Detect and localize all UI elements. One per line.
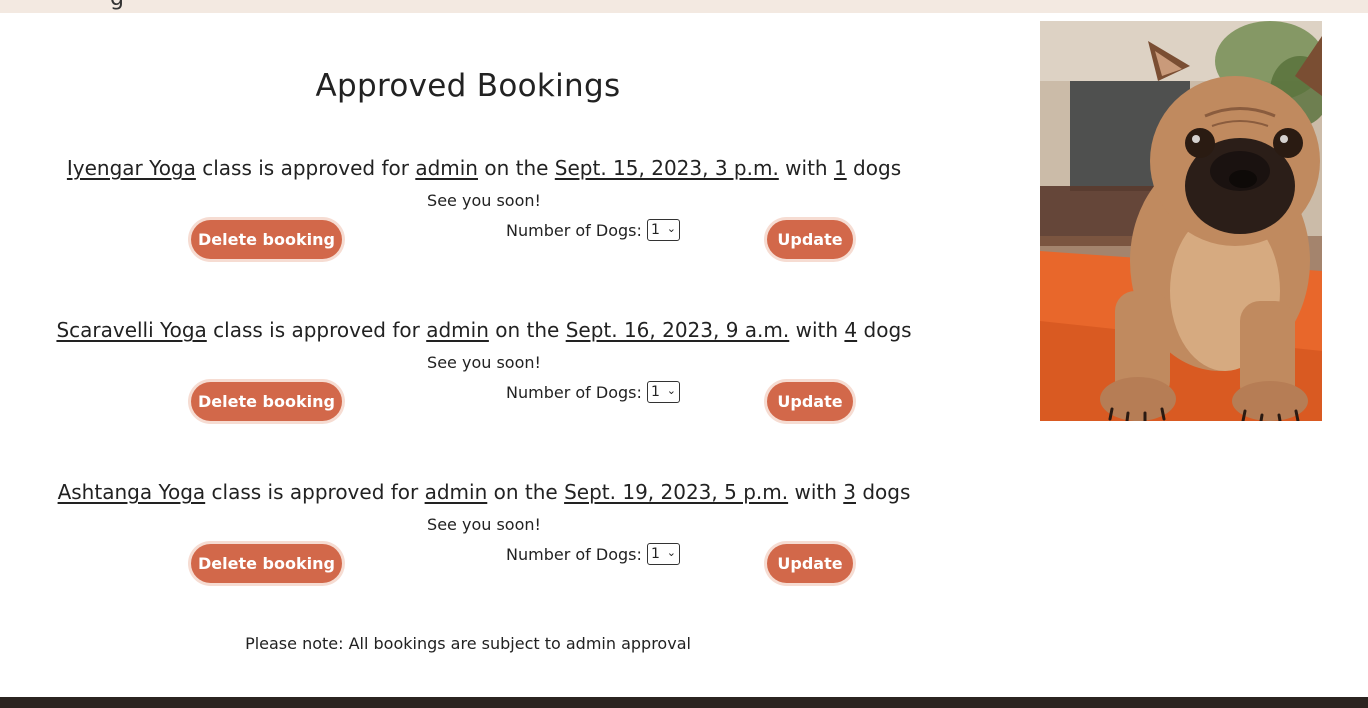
pug-illustration xyxy=(1040,21,1322,421)
dogs-select-value: 1 xyxy=(651,384,660,400)
dogs-count-link[interactable]: 4 xyxy=(844,318,857,342)
approved-text: class is approved for xyxy=(205,480,425,504)
with-text: with xyxy=(778,156,834,180)
with-text: with xyxy=(788,480,844,504)
datetime-link[interactable]: Sept. 16, 2023, 9 a.m. xyxy=(566,318,790,342)
on-text: on the xyxy=(477,156,555,180)
dogs-select-value: 1 xyxy=(651,222,660,238)
with-text: with xyxy=(789,318,845,342)
on-text: on the xyxy=(488,318,566,342)
see-you-text: See you soon! xyxy=(427,515,541,534)
number-of-dogs-select[interactable]: 1 ⌄ xyxy=(647,381,680,403)
approval-note: Please note: All bookings are subject to… xyxy=(245,634,691,653)
on-text: on the xyxy=(487,480,565,504)
booking-item: Scaravelli Yoga class is approved for ad… xyxy=(0,318,968,468)
page-title: Approved Bookings xyxy=(315,68,621,104)
user-link[interactable]: admin xyxy=(426,318,489,342)
number-of-dogs-label: Number of Dogs: xyxy=(506,221,642,240)
dogs-suffix: dogs xyxy=(856,480,911,504)
delete-booking-button[interactable]: Delete booking xyxy=(191,382,342,421)
number-of-dogs-select[interactable]: 1 ⌄ xyxy=(647,219,680,241)
footer-bar xyxy=(0,697,1368,708)
user-link[interactable]: admin xyxy=(425,480,488,504)
pug-photo xyxy=(1040,21,1322,421)
dogs-count-link[interactable]: 3 xyxy=(843,480,856,504)
chevron-down-icon: ⌄ xyxy=(666,384,676,397)
delete-booking-button[interactable]: Delete booking xyxy=(191,220,342,259)
number-of-dogs-select[interactable]: 1 ⌄ xyxy=(647,543,680,565)
dogs-count-link[interactable]: 1 xyxy=(834,156,847,180)
class-link[interactable]: Ashtanga Yoga xyxy=(58,480,206,504)
update-button[interactable]: Update xyxy=(767,382,853,421)
update-button[interactable]: Update xyxy=(767,220,853,259)
class-link[interactable]: Iyengar Yoga xyxy=(67,156,196,180)
update-button[interactable]: Update xyxy=(767,544,853,583)
chevron-down-icon: ⌄ xyxy=(666,222,676,235)
booking-summary: Iyengar Yoga class is approved for admin… xyxy=(0,156,968,180)
dogs-suffix: dogs xyxy=(857,318,912,342)
delete-booking-button[interactable]: Delete booking xyxy=(191,544,342,583)
approved-text: class is approved for xyxy=(206,318,427,342)
approved-text: class is approved for xyxy=(195,156,416,180)
class-link[interactable]: Scaravelli Yoga xyxy=(56,318,206,342)
see-you-text: See you soon! xyxy=(427,191,541,210)
number-of-dogs-label: Number of Dogs: xyxy=(506,383,642,402)
datetime-link[interactable]: Sept. 15, 2023, 3 p.m. xyxy=(555,156,779,180)
top-navbar: g xyxy=(0,0,1368,13)
see-you-text: See you soon! xyxy=(427,353,541,372)
number-of-dogs-label: Number of Dogs: xyxy=(506,545,642,564)
booking-summary: Scaravelli Yoga class is approved for ad… xyxy=(0,318,968,342)
booking-item: Ashtanga Yoga class is approved for admi… xyxy=(0,480,968,630)
chevron-down-icon: ⌄ xyxy=(666,546,676,559)
user-link[interactable]: admin xyxy=(415,156,478,180)
booking-item: Iyengar Yoga class is approved for admin… xyxy=(0,156,968,306)
bookings-main: Approved Bookings Iyengar Yoga class is … xyxy=(0,13,968,697)
datetime-link[interactable]: Sept. 19, 2023, 5 p.m. xyxy=(564,480,788,504)
brand-logo-text[interactable]: g xyxy=(110,0,124,11)
booking-summary: Ashtanga Yoga class is approved for admi… xyxy=(0,480,968,504)
dogs-suffix: dogs xyxy=(846,156,902,180)
dogs-select-value: 1 xyxy=(651,546,660,562)
